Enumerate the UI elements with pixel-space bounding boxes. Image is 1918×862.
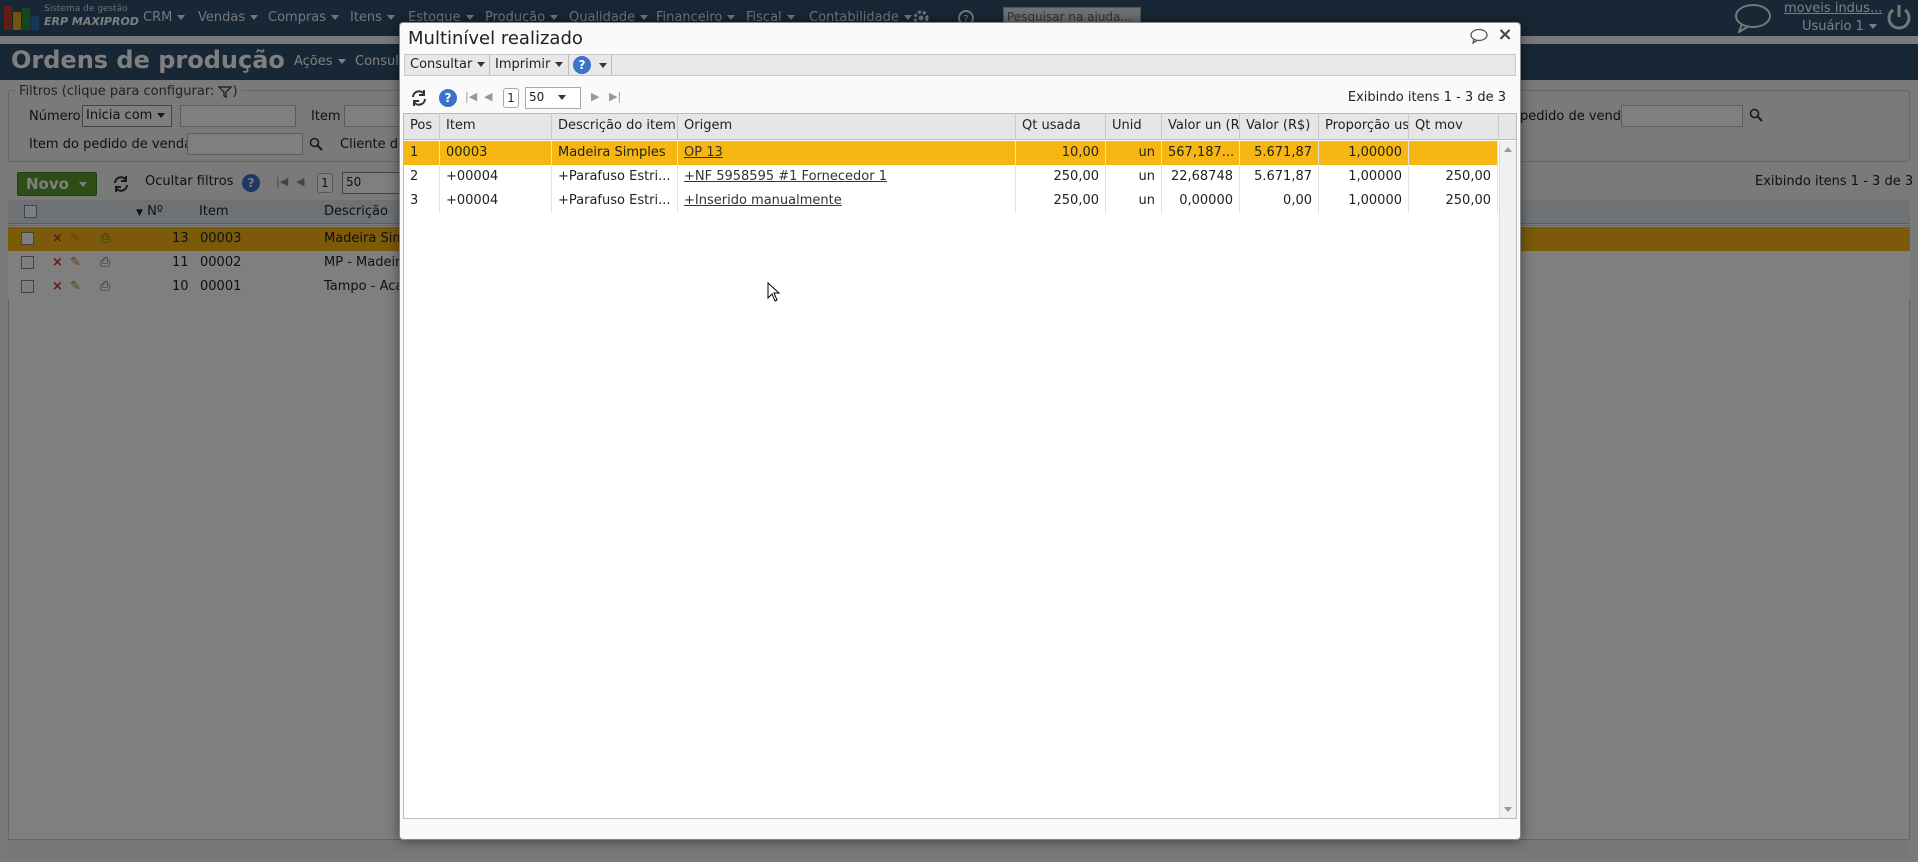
next-page-icon[interactable]: ▶ bbox=[591, 90, 599, 103]
cell-unid: un bbox=[1106, 189, 1162, 213]
menu-separator bbox=[489, 55, 490, 75]
refresh-icon[interactable] bbox=[409, 88, 429, 108]
chevron-down-icon bbox=[558, 95, 567, 100]
cell-unid: un bbox=[1106, 141, 1162, 165]
origem-link[interactable]: +Inserido manualmente bbox=[684, 193, 842, 208]
cell-origem: +Inserido manualmente bbox=[678, 189, 1016, 213]
table-row[interactable]: 1 00003 Madeira Simples OP 13 10,00 un 5… bbox=[404, 141, 1498, 165]
help-icon[interactable]: ? bbox=[439, 89, 457, 107]
column-descricao[interactable]: Descrição do item bbox=[552, 114, 678, 140]
dialog-items-count: Exibindo itens 1 - 3 de 3 bbox=[1347, 90, 1506, 105]
cell-proporcao: 1,00000 bbox=[1319, 165, 1409, 189]
column-qt-usada[interactable]: Qt usada bbox=[1016, 114, 1106, 140]
grid-header: Pos Item Descrição do item Origem Qt usa… bbox=[404, 114, 1516, 140]
cell-proporcao: 1,00000 bbox=[1319, 141, 1409, 165]
mouse-cursor-icon bbox=[767, 282, 781, 302]
column-origem[interactable]: Origem bbox=[678, 114, 1016, 140]
menu-separator bbox=[568, 55, 569, 75]
cell-proporcao: 1,00000 bbox=[1319, 189, 1409, 213]
first-page-icon[interactable]: |◀ bbox=[465, 90, 477, 103]
dialog-toolbar: ? |◀ ◀ 1 50 ▶ ▶| Exibindo itens 1 - 3 de… bbox=[404, 84, 1516, 112]
prev-page-icon[interactable]: ◀ bbox=[484, 90, 492, 103]
scroll-up-icon[interactable] bbox=[1504, 147, 1512, 152]
origem-link[interactable]: OP 13 bbox=[684, 145, 723, 160]
cell-pos: 3 bbox=[404, 189, 440, 213]
table-row[interactable]: 3 +00004 +Parafuso Estri... +Inserido ma… bbox=[404, 189, 1498, 213]
cell-descricao: +Parafuso Estri... bbox=[552, 165, 678, 189]
chevron-down-icon bbox=[477, 62, 486, 67]
column-valor[interactable]: Valor (R$) bbox=[1240, 114, 1319, 140]
column-item[interactable]: Item bbox=[440, 114, 552, 140]
cell-valor-un: 22,68748 bbox=[1162, 165, 1240, 189]
table-row[interactable]: 2 +00004 +Parafuso Estri... +NF 5958595 … bbox=[404, 165, 1498, 189]
column-valor-un[interactable]: Valor un (R$ bbox=[1162, 114, 1240, 140]
scroll-down-icon[interactable] bbox=[1504, 807, 1512, 812]
cell-descricao: Madeira Simples bbox=[552, 141, 678, 165]
cell-pos: 1 bbox=[404, 141, 440, 165]
cell-valor: 0,00 bbox=[1240, 189, 1319, 213]
multinivel-dialog: Multinível realizado × Consultar Imprimi… bbox=[399, 22, 1521, 840]
cell-qt-mov bbox=[1409, 141, 1498, 165]
chevron-down-icon bbox=[599, 63, 607, 68]
cell-qt-usada: 250,00 bbox=[1016, 165, 1106, 189]
cell-item: 00003 bbox=[440, 141, 552, 165]
multinivel-grid: Pos Item Descrição do item Origem Qt usa… bbox=[403, 113, 1517, 819]
vertical-scrollbar[interactable] bbox=[1499, 141, 1516, 818]
cell-origem: OP 13 bbox=[678, 141, 1016, 165]
imprimir-menu[interactable]: Imprimir bbox=[495, 57, 564, 72]
cell-item: +00004 bbox=[440, 165, 552, 189]
cell-valor: 5.671,87 bbox=[1240, 141, 1319, 165]
cell-unid: un bbox=[1106, 165, 1162, 189]
cell-qt-usada: 250,00 bbox=[1016, 189, 1106, 213]
comment-icon[interactable] bbox=[1470, 28, 1488, 44]
dialog-menubar: Consultar Imprimir ? bbox=[404, 54, 1516, 76]
origem-link[interactable]: +NF 5958595 #1 Fornecedor 1 bbox=[684, 169, 887, 184]
help-icon: ? bbox=[573, 56, 591, 74]
close-icon[interactable]: × bbox=[1496, 26, 1514, 44]
page-size-select[interactable]: 50 bbox=[525, 87, 581, 109]
last-page-icon[interactable]: ▶| bbox=[609, 90, 621, 103]
cell-qt-mov: 250,00 bbox=[1409, 189, 1498, 213]
column-proporcao[interactable]: Proporção usa bbox=[1319, 114, 1409, 140]
help-menu[interactable]: ? bbox=[573, 56, 607, 74]
cell-qt-mov: 250,00 bbox=[1409, 165, 1498, 189]
cell-item: +00004 bbox=[440, 189, 552, 213]
dialog-title: Multinível realizado bbox=[408, 28, 583, 49]
column-pos[interactable]: Pos bbox=[404, 114, 440, 140]
cell-descricao: +Parafuso Estri... bbox=[552, 189, 678, 213]
column-qt-mov[interactable]: Qt mov bbox=[1409, 114, 1499, 140]
cell-origem: +NF 5958595 #1 Fornecedor 1 bbox=[678, 165, 1016, 189]
page-number-input[interactable]: 1 bbox=[503, 88, 519, 108]
chevron-down-icon bbox=[555, 62, 564, 67]
cell-valor-un: 0,00000 bbox=[1162, 189, 1240, 213]
cell-valor: 5.671,87 bbox=[1240, 165, 1319, 189]
consultar-menu[interactable]: Consultar bbox=[410, 57, 486, 72]
column-unid[interactable]: Unid bbox=[1106, 114, 1162, 140]
menu-separator bbox=[611, 55, 612, 75]
cell-pos: 2 bbox=[404, 165, 440, 189]
cell-valor-un: 567,187... bbox=[1162, 141, 1240, 165]
cell-qt-usada: 10,00 bbox=[1016, 141, 1106, 165]
